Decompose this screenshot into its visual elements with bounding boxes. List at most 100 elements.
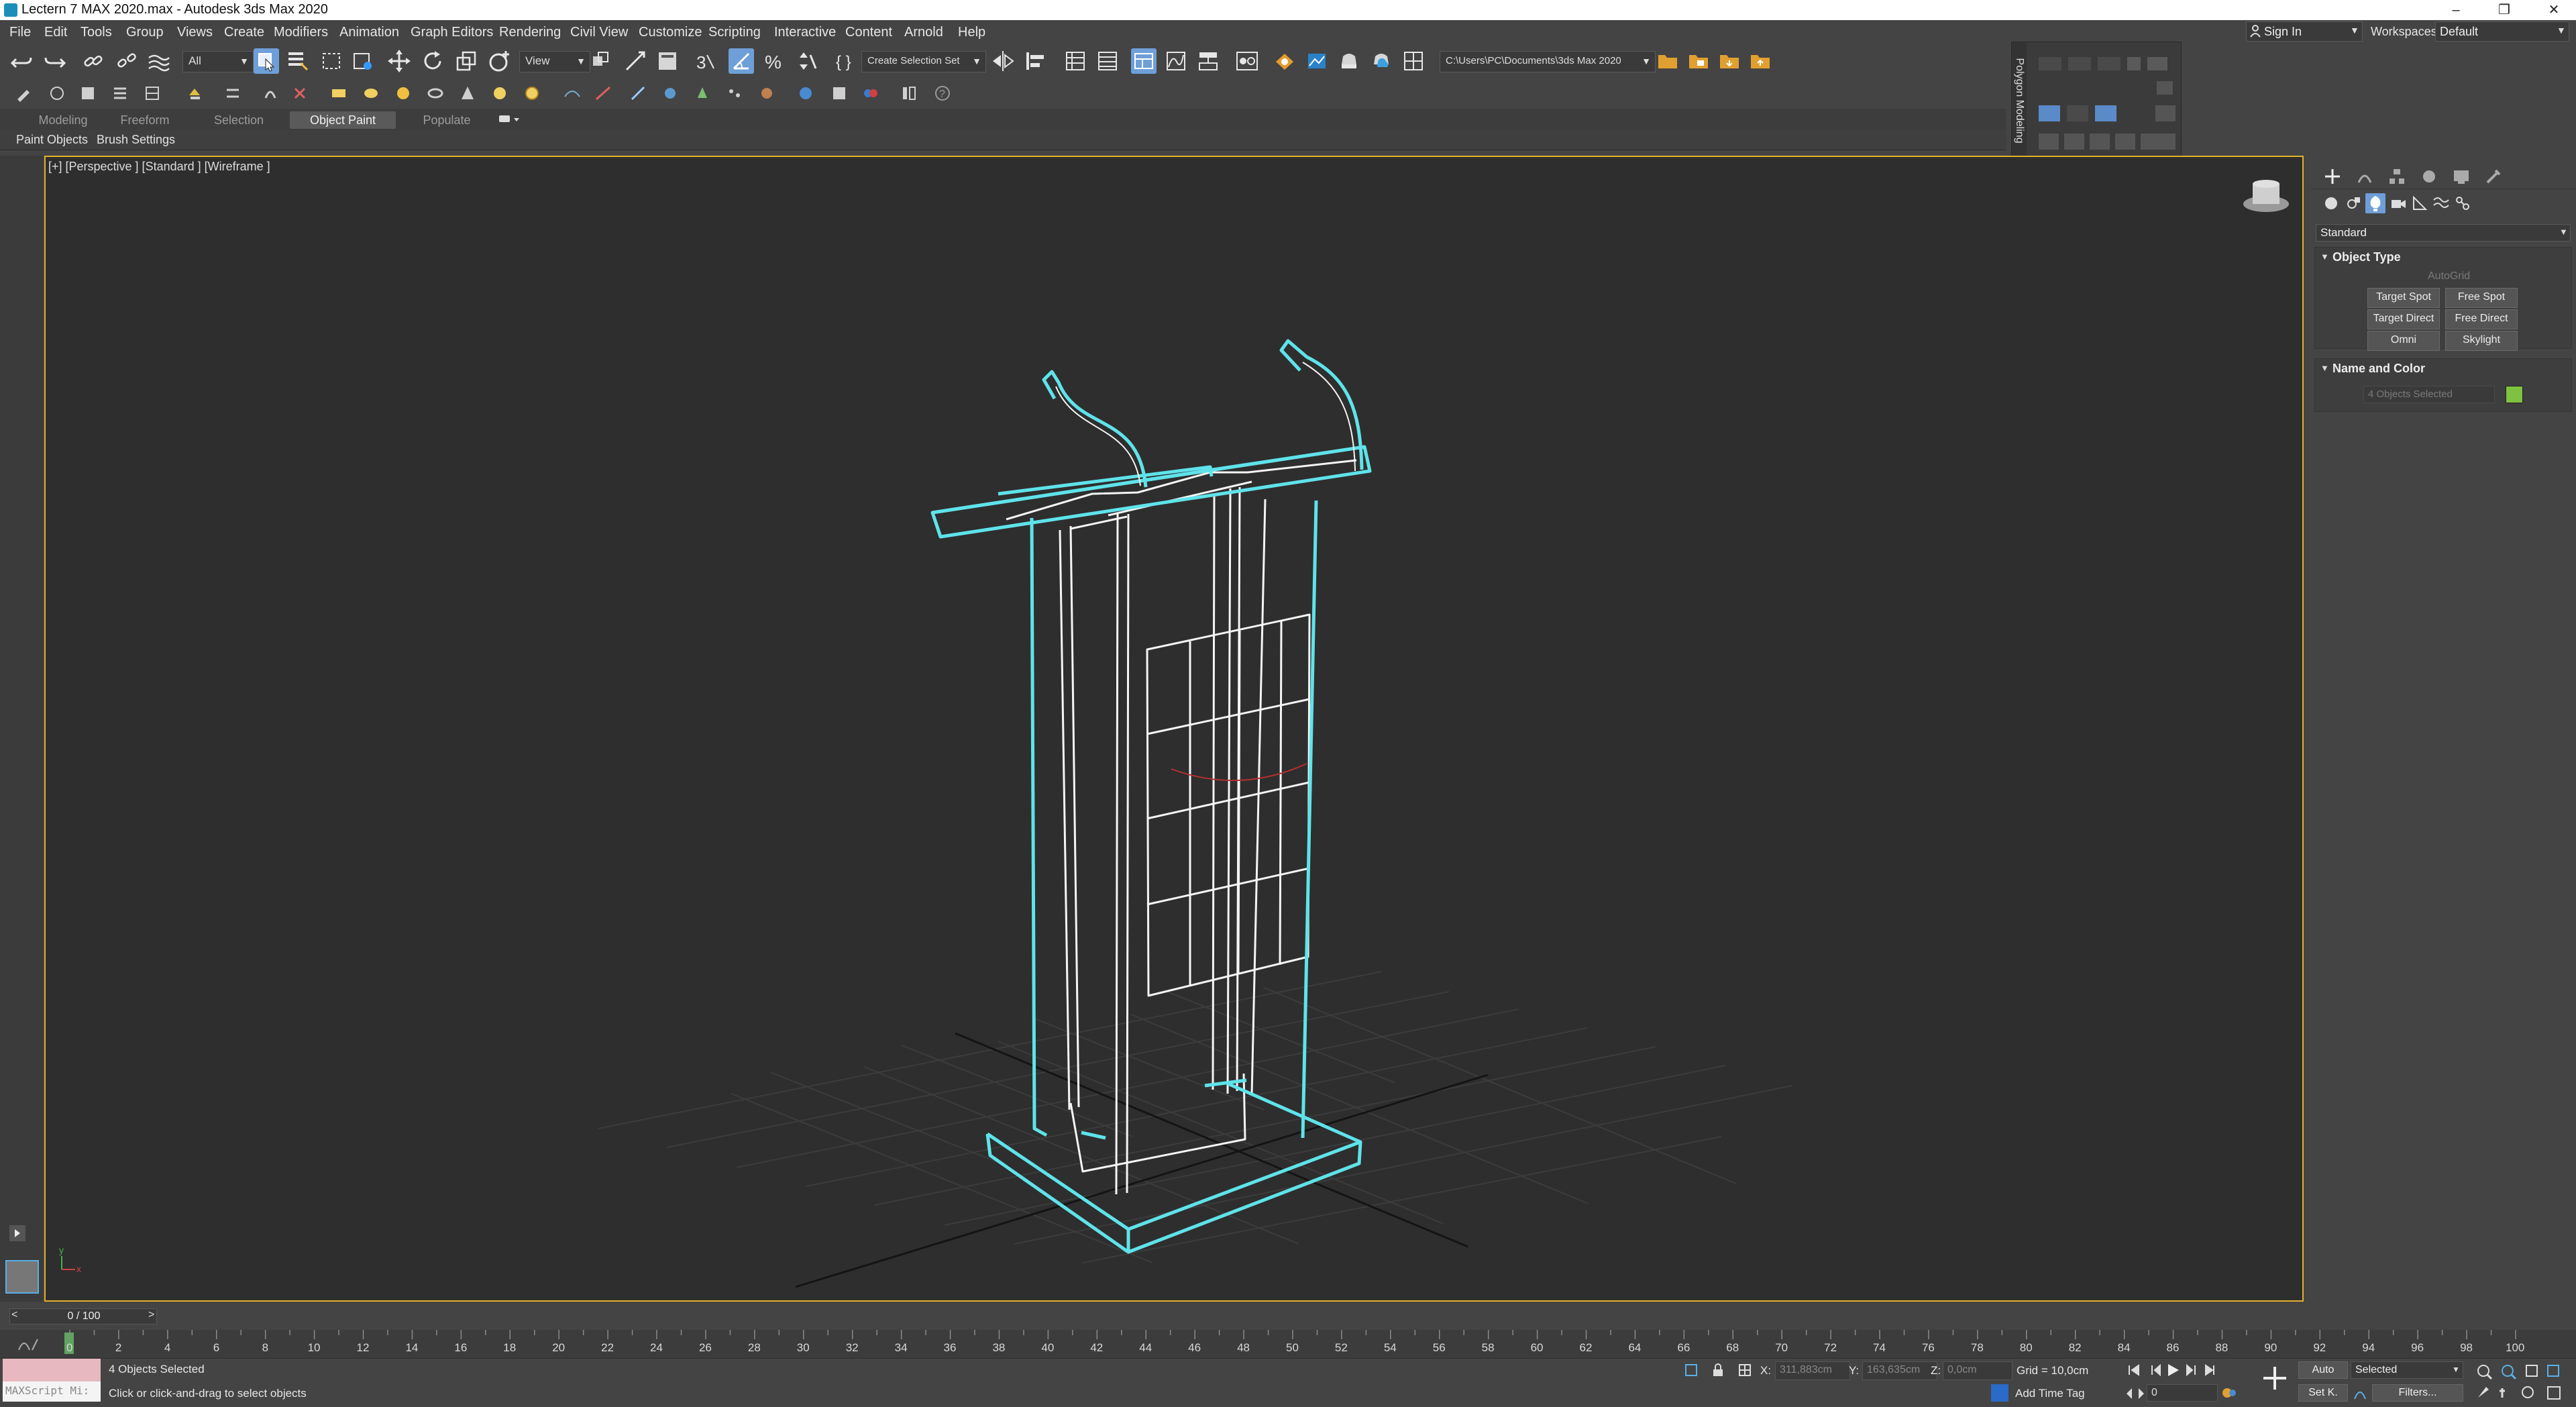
light-category-dropdown[interactable]: Standard ▼ [2316,224,2571,242]
menu-views[interactable]: Views [177,25,213,40]
key-filters-button[interactable]: Filters... [2372,1384,2463,1402]
motion-tab-icon[interactable] [2419,166,2439,187]
mirror-icon[interactable] [990,48,1016,74]
project-folder-dropdown[interactable]: C:\Users\PC\Documents\3ds Max 2020 ▼ [1440,51,1656,72]
paint-objects-button[interactable]: Paint Objects [16,133,88,147]
camera-icon[interactable] [660,83,680,103]
key-tangent-icon[interactable] [2352,1384,2368,1402]
plane-primitive-icon[interactable] [329,83,349,103]
maxscript-mini-listener-output[interactable] [3,1359,101,1382]
display-tab-icon[interactable] [2451,166,2471,187]
x-coordinate-field[interactable]: 311,883cm [1775,1361,1850,1380]
hierarchy-tab-icon[interactable] [2387,166,2407,187]
viewport-layout-thumbnail[interactable] [5,1260,39,1294]
perspective-viewport[interactable]: x y [44,156,2304,1302]
select-object-button[interactable] [254,48,279,74]
name-and-color-header[interactable]: Name and Color [2332,362,2425,376]
teapot-primitive-icon[interactable] [522,83,542,103]
paint-distribute-icon[interactable] [223,83,243,103]
toggle-scene-explorer-icon[interactable] [1063,48,1088,74]
autogrid-checkbox[interactable]: AutoGrid [2428,270,2470,282]
paint-pick-icon[interactable] [78,83,98,103]
sign-in-dropdown[interactable]: Sign In ▼ [2246,21,2363,42]
place-icon[interactable] [487,48,513,74]
expand-layouts-button[interactable] [9,1225,25,1241]
shapes-icon[interactable] [2345,195,2363,212]
object-type-header[interactable]: Object Type [2332,250,2401,264]
helper-icon[interactable] [692,83,712,103]
project-folder-icon[interactable] [1656,48,1681,74]
object-color-swatch[interactable] [2506,386,2523,403]
menu-create[interactable]: Create [224,25,264,40]
z-coordinate-field[interactable]: 0,0cm [1943,1361,2012,1380]
spline-icon[interactable] [562,83,582,103]
menu-interactive[interactable]: Interactive [774,25,836,40]
snaps-toggle-icon[interactable]: 3 [694,48,719,74]
tab-freeform[interactable]: Freeform [105,111,185,129]
menu-animation[interactable]: Animation [339,25,399,40]
key-filter-dropdown[interactable]: Selected ▼ [2351,1361,2463,1379]
polygon-modeling-handle[interactable]: Polygon Modeling [2012,42,2027,160]
utilities-tab-icon[interactable] [2483,166,2504,187]
set-key-button[interactable]: Set K. [2298,1384,2348,1402]
torus-primitive-icon[interactable] [425,83,445,103]
free-direct-button[interactable]: Free Direct [2445,309,2518,329]
minimize-button[interactable]: – [2440,0,2471,20]
menu-edit[interactable]: Edit [44,25,67,40]
paint-fill-icon[interactable] [185,83,205,103]
add-time-tag-button[interactable]: Add Time Tag [2015,1387,2085,1400]
line-icon[interactable] [593,83,613,103]
select-manipulate-icon[interactable] [623,48,648,74]
tab-modeling[interactable]: Modeling [23,111,103,129]
link-icon[interactable] [80,48,106,74]
scale-icon[interactable] [453,48,479,74]
menu-help[interactable]: Help [958,25,985,40]
open-folder-icon[interactable] [1686,48,1712,74]
auto-key-button[interactable]: Auto [2298,1361,2348,1379]
particle-icon[interactable] [724,83,745,103]
viewport-label-menu[interactable]: [+] [Perspective ] [Standard ] [Wirefram… [48,160,270,174]
box-primitive-icon[interactable] [361,83,381,103]
move-icon[interactable] [386,48,412,74]
window-crossing-button[interactable] [350,48,376,74]
render-preview-icon[interactable] [796,83,816,103]
key-mode-icon[interactable] [2220,1384,2238,1402]
time-tag-icon[interactable] [1991,1384,2008,1402]
spinner-snap-icon[interactable] [794,48,820,74]
set-key-plus-icon[interactable] [2261,1364,2289,1392]
render-setup-icon[interactable] [1272,48,1297,74]
toggle-ribbon-icon[interactable] [1131,48,1157,74]
paint-undo-icon[interactable] [47,83,67,103]
menu-scripting[interactable]: Scripting [708,25,761,40]
menu-arnold[interactable]: Arnold [904,25,943,40]
menu-rendering[interactable]: Rendering [499,25,561,40]
ribbon-options-icon[interactable] [498,113,521,126]
render-in-cloud-icon[interactable] [1368,48,1394,74]
brush-settings-button[interactable]: Brush Settings [97,133,175,147]
menu-customize[interactable]: Customize [639,25,702,40]
reference-coordinate-dropdown[interactable]: View ▼ [519,51,590,72]
y-coordinate-field[interactable]: 163,635cm [1862,1361,1937,1380]
free-spot-button[interactable]: Free Spot [2445,288,2518,308]
systems-icon[interactable] [2454,195,2471,212]
poly-tool-a[interactable] [2155,80,2174,96]
sphere-primitive-icon[interactable] [393,83,413,103]
toggle-layer-explorer-icon[interactable] [1095,48,1120,74]
helpers-icon[interactable] [2411,195,2428,212]
material-editor-icon[interactable] [1234,48,1260,74]
target-spot-button[interactable]: Target Spot [2367,288,2440,308]
pivot-center-icon[interactable] [589,48,614,74]
unlink-icon[interactable] [114,48,140,74]
menu-content[interactable]: Content [845,25,892,40]
render-production-icon[interactable] [1336,48,1362,74]
target-direct-button[interactable]: Target Direct [2367,309,2440,329]
paint-rotate-icon[interactable] [260,83,280,103]
modify-tab-icon[interactable] [2355,166,2375,187]
dynamics-icon[interactable] [757,83,777,103]
skylight-button[interactable]: Skylight [2445,331,2518,351]
curve-editor-icon[interactable] [1163,48,1189,74]
rollout-expanded-icon[interactable]: ▼ [2320,252,2329,262]
track-bar[interactable]: 0 2 4 6 8 10 12 14 16 18 20 22 24 26 28 30 32 34 36 38 40 42 4… [0,1330,2576,1358]
archive-folder-icon[interactable] [1748,48,1774,74]
named-selection-dropdown[interactable]: Create Selection Set ▼ [861,51,986,72]
